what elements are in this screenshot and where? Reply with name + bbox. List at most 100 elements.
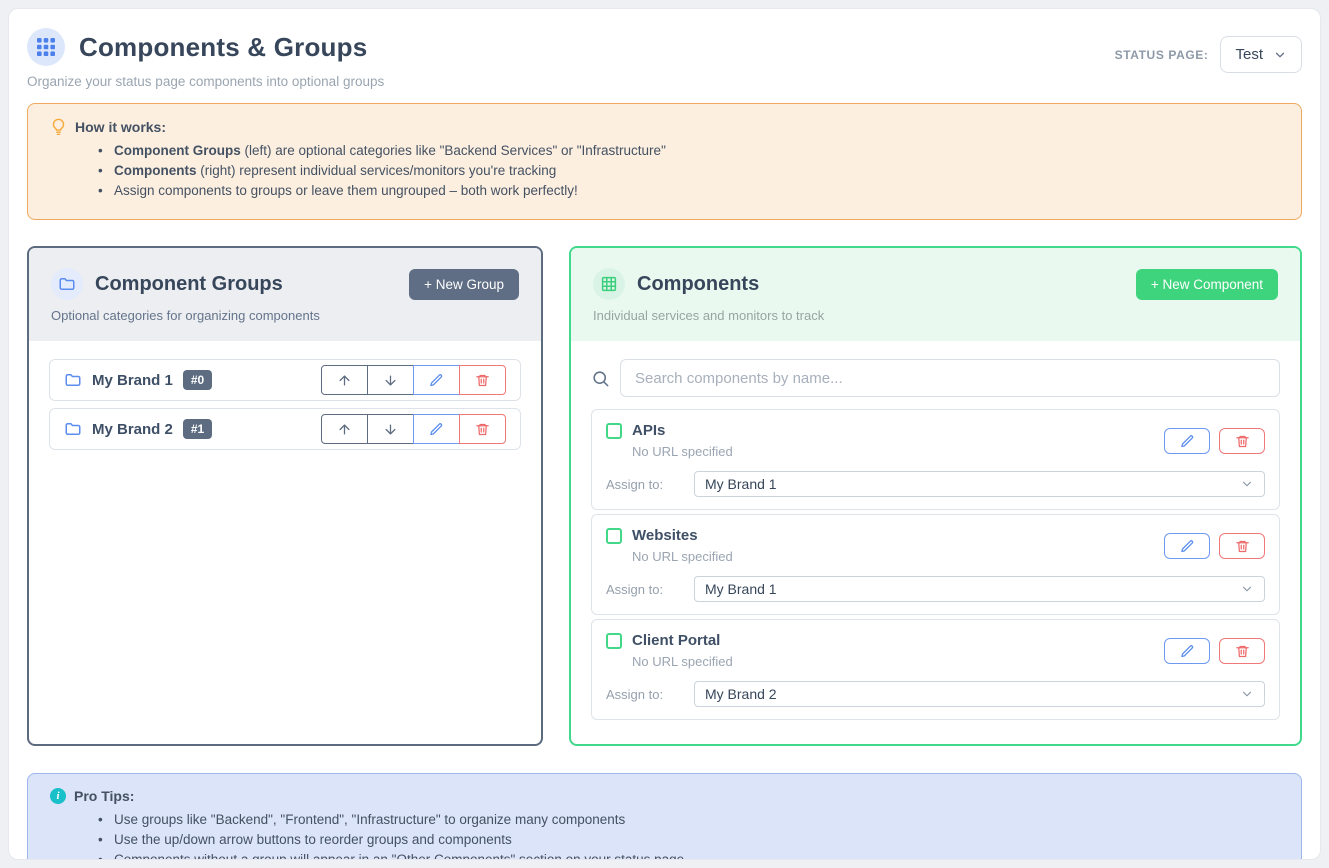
move-up-button[interactable] — [321, 365, 368, 395]
edit-component-button[interactable] — [1164, 638, 1210, 664]
chevron-down-icon — [1273, 48, 1287, 62]
component-groups-panel: Component Groups + New Group Optional ca… — [27, 246, 543, 746]
how-it-works-list: Component Groups (left) are optional cat… — [98, 143, 1279, 198]
lightbulb-icon — [50, 118, 67, 135]
component-actions — [1164, 428, 1265, 454]
assign-group-dropdown[interactable]: My Brand 1 — [694, 471, 1265, 497]
chevron-down-icon — [1240, 582, 1254, 596]
page-subtitle: Organize your status page components int… — [27, 74, 384, 89]
groups-panel-subtitle: Optional categories for organizing compo… — [51, 308, 519, 323]
components-panel-title: Components — [637, 273, 759, 296]
new-component-button[interactable]: + New Component — [1136, 269, 1278, 300]
how-it-works-item: Components (right) represent individual … — [98, 163, 1279, 178]
delete-component-button[interactable] — [1219, 533, 1265, 559]
component-name: Client Portal — [632, 632, 720, 649]
assign-group-dropdown[interactable]: My Brand 1 — [694, 576, 1265, 602]
group-order-badge: #0 — [183, 370, 212, 390]
assign-group-value: My Brand 2 — [705, 686, 777, 702]
status-page-selector: STATUS PAGE: Test — [1115, 36, 1302, 73]
component-actions — [1164, 638, 1265, 664]
group-name: My Brand 1 — [92, 372, 173, 389]
how-it-works-item: Component Groups (left) are optional cat… — [98, 143, 1279, 158]
arrow-down-icon — [383, 373, 398, 388]
edit-group-button[interactable] — [413, 365, 460, 395]
how-it-works-box: How it works: Component Groups (left) ar… — [27, 103, 1302, 220]
group-actions — [321, 414, 506, 444]
assign-row: Assign to: My Brand 2 — [606, 681, 1265, 707]
pro-tip-item: Components without a group will appear i… — [98, 852, 1279, 860]
pro-tip-item: Use the up/down arrow buttons to reorder… — [98, 832, 1279, 847]
page-title: Components & Groups — [79, 32, 367, 63]
components-panel-header: Components + New Component Individual se… — [571, 248, 1300, 341]
status-page-label: STATUS PAGE: — [1115, 48, 1209, 62]
component-checkbox[interactable] — [606, 423, 622, 439]
assign-row: Assign to: My Brand 1 — [606, 471, 1265, 497]
edit-component-button[interactable] — [1164, 428, 1210, 454]
pencil-icon — [429, 373, 444, 388]
group-name: My Brand 2 — [92, 421, 173, 438]
delete-group-button[interactable] — [459, 365, 506, 395]
title-wrap: Components & Groups Organize your status… — [27, 28, 384, 89]
component-card: Client Portal No URL specified Assign to… — [591, 619, 1280, 720]
group-row: My Brand 1 #0 — [49, 359, 521, 401]
pro-tips-list: Use groups like "Backend", "Frontend", "… — [98, 812, 1279, 860]
move-up-button[interactable] — [321, 414, 368, 444]
delete-component-button[interactable] — [1219, 638, 1265, 664]
pencil-icon — [1180, 434, 1195, 449]
groups-panel-title: Component Groups — [95, 273, 283, 296]
assign-group-value: My Brand 1 — [705, 581, 777, 597]
pencil-icon — [1180, 539, 1195, 554]
component-checkbox[interactable] — [606, 528, 622, 544]
chevron-down-icon — [1240, 477, 1254, 491]
group-actions — [321, 365, 506, 395]
assign-group-value: My Brand 1 — [705, 476, 777, 492]
component-card: APIs No URL specified Assign to: My Bran… — [591, 409, 1280, 510]
components-panel-subtitle: Individual services and monitors to trac… — [593, 308, 1278, 323]
arrow-down-icon — [383, 422, 398, 437]
folder-icon — [64, 371, 82, 389]
trash-icon — [475, 422, 490, 437]
how-it-works-title: How it works: — [75, 119, 166, 135]
folder-icon — [51, 268, 83, 300]
search-icon — [591, 369, 610, 388]
search-input[interactable] — [620, 359, 1280, 397]
components-panel: Components + New Component Individual se… — [569, 246, 1302, 746]
trash-icon — [1235, 539, 1250, 554]
table-grid-icon — [593, 268, 625, 300]
assign-row: Assign to: My Brand 1 — [606, 576, 1265, 602]
edit-group-button[interactable] — [413, 414, 460, 444]
groups-list: My Brand 1 #0 My Brand 2 #1 — [29, 341, 541, 744]
main-card: Components & Groups Organize your status… — [8, 8, 1321, 860]
info-icon: i — [50, 788, 66, 804]
component-checkbox[interactable] — [606, 633, 622, 649]
group-order-badge: #1 — [183, 419, 212, 439]
status-page-value: Test — [1235, 46, 1263, 63]
trash-icon — [1235, 644, 1250, 659]
delete-group-button[interactable] — [459, 414, 506, 444]
delete-component-button[interactable] — [1219, 428, 1265, 454]
groups-panel-header: Component Groups + New Group Optional ca… — [29, 248, 541, 341]
components-list: APIs No URL specified Assign to: My Bran… — [571, 341, 1300, 744]
page-header: Components & Groups Organize your status… — [27, 28, 1302, 89]
component-name: APIs — [632, 422, 665, 439]
component-actions — [1164, 533, 1265, 559]
arrow-up-icon — [337, 422, 352, 437]
component-card: Websites No URL specified Assign to: My … — [591, 514, 1280, 615]
trash-icon — [475, 373, 490, 388]
edit-component-button[interactable] — [1164, 533, 1210, 559]
group-row: My Brand 2 #1 — [49, 408, 521, 450]
move-down-button[interactable] — [367, 365, 414, 395]
component-search-row — [591, 359, 1280, 397]
folder-icon — [64, 420, 82, 438]
new-group-button[interactable]: + New Group — [409, 269, 519, 300]
pro-tip-item: Use groups like "Backend", "Frontend", "… — [98, 812, 1279, 827]
move-down-button[interactable] — [367, 414, 414, 444]
assign-group-dropdown[interactable]: My Brand 2 — [694, 681, 1265, 707]
panels-row: Component Groups + New Group Optional ca… — [27, 246, 1302, 746]
apps-grid-icon — [27, 28, 65, 66]
status-page-dropdown[interactable]: Test — [1220, 36, 1302, 73]
pencil-icon — [1180, 644, 1195, 659]
pro-tips-box: i Pro Tips: Use groups like "Backend", "… — [27, 773, 1302, 860]
chevron-down-icon — [1240, 687, 1254, 701]
pencil-icon — [429, 422, 444, 437]
